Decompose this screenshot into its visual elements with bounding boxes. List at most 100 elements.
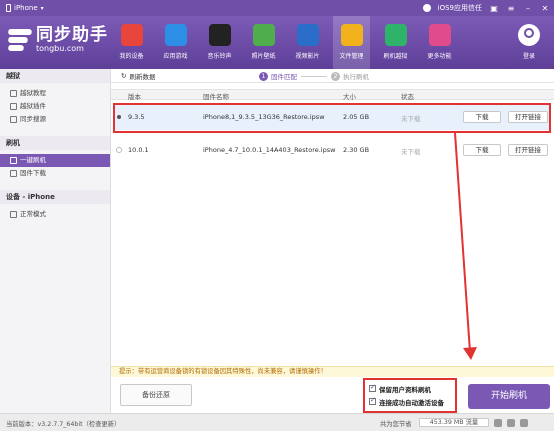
saved-text: 共为您节省 (380, 421, 412, 428)
sidebar-item-label: 越狱插件 (20, 102, 46, 110)
more-icon (428, 24, 451, 46)
music-icon (208, 24, 231, 46)
nav-item-flash[interactable]: 刷机越狱 (377, 16, 414, 69)
highlight-box (113, 103, 551, 133)
row-status: 未下载 (401, 148, 421, 156)
flash-options: 保留用户资料刷机 连接成功自动激活设备 (363, 378, 457, 413)
sidebar-item-label: 越狱教程 (20, 89, 46, 97)
saved-traffic: 453.39 MB 流量 (419, 418, 489, 427)
refresh-button[interactable]: ↻ 刷新数据 (121, 71, 155, 81)
ios-trust-link[interactable]: iOS9应用信任 (438, 3, 482, 13)
table-row[interactable]: 10.0.1 iPhone_4.7_10.0.1_14A403_Restore.… (111, 137, 554, 163)
checkbox-checked[interactable] (369, 383, 376, 392)
open-link-button[interactable]: 打开链接 (508, 144, 548, 156)
phone-icon (6, 4, 11, 12)
column-header-status: 状态 (401, 93, 414, 101)
nav-item-photo[interactable]: 照片壁纸 (245, 16, 282, 69)
menu-icon[interactable]: ≡ (506, 3, 516, 13)
sidebar-section-device: 设备 - iPhone (0, 190, 110, 204)
sidebar-item-label: 固件下载 (20, 169, 46, 177)
nav-item-appstore[interactable]: 应用游戏 (157, 16, 194, 69)
row-radio[interactable] (116, 147, 122, 153)
nav-item-device[interactable]: 我的设备 (113, 16, 150, 69)
nav-item-music[interactable]: 音乐铃声 (201, 16, 238, 69)
app-window: iPhone ▾ iOS9应用信任 ▣ ≡ – ✕ 同步助手 tongbu.co… (0, 0, 554, 431)
nav-item-video[interactable]: 视频影片 (289, 16, 326, 69)
column-header-size: 大小 (343, 93, 356, 101)
sidebar-item-jailbreak-tutorial[interactable]: 越狱教程 (0, 87, 110, 100)
download-button[interactable]: 下载 (463, 144, 501, 156)
step-number: 2 (331, 71, 340, 81)
video-icon (296, 24, 319, 46)
refresh-icon: ↻ (121, 71, 127, 80)
close-icon[interactable]: ✕ (540, 3, 550, 13)
feedback-icon[interactable] (494, 419, 502, 427)
checkbox-checked[interactable] (369, 396, 376, 405)
device-name: iPhone (14, 4, 38, 12)
folder-icon (340, 24, 363, 46)
user-icon (518, 24, 540, 46)
download-manager-icon[interactable] (507, 419, 515, 427)
backup-restore-button[interactable]: 备份还原 (120, 384, 192, 406)
brand-url: tongbu.com (36, 44, 84, 53)
sync-icon (10, 116, 17, 123)
toolbar: ↻ 刷新数据 1 固件匹配 2 执行刷机 (111, 69, 554, 83)
version-text[interactable]: 当前版本：v3.2.7.7_64bit（检查更新） (6, 419, 120, 428)
main-nav: 我的设备 应用游戏 音乐铃声 照片壁纸 视频影片 文件管理 刷机越狱 更多功能 (113, 16, 465, 69)
device-selector[interactable]: iPhone ▾ (6, 4, 44, 12)
start-flash-button[interactable]: 开始刷机 (468, 384, 550, 409)
minimize-icon[interactable]: – (523, 3, 533, 13)
status-bar: 当前版本：v3.2.7.7_64bit（检查更新） 共为您节省 453.39 M… (0, 413, 554, 431)
step-number: 1 (259, 71, 268, 81)
sidebar-item-label: 一键刷机 (20, 156, 46, 164)
sidebar-section-flash: 刷机 (0, 136, 110, 150)
status-icons (494, 419, 528, 427)
sidebar-item-normal-mode[interactable]: 正常模式 (0, 208, 110, 221)
flash-icon (10, 157, 17, 164)
nav-label: 文件管理 (339, 53, 364, 60)
photo-icon (252, 24, 275, 46)
login-label: 登录 (522, 53, 535, 60)
nav-label: 应用游戏 (163, 53, 188, 60)
option-label: 保留用户资料刷机 (379, 385, 431, 394)
row-size: 2.30 GB (343, 146, 370, 154)
nav-label: 音乐铃声 (207, 53, 232, 60)
nav-item-more[interactable]: 更多功能 (421, 16, 458, 69)
step-indicator: 1 固件匹配 2 执行刷机 (259, 71, 369, 81)
header: 同步助手 tongbu.com 我的设备 应用游戏 音乐铃声 照片壁纸 视频影片 文件管理… (0, 16, 554, 69)
sidebar-item-label: 正常模式 (20, 210, 46, 218)
nav-label: 我的设备 (119, 53, 144, 60)
logo: 同步助手 tongbu.com (6, 26, 108, 53)
step-connector (301, 75, 327, 77)
column-header-firmware: 固件名称 (203, 93, 229, 101)
sidebar-item-jailbreak-plugins[interactable]: 越狱插件 (0, 100, 110, 113)
logo-mark-icon (6, 28, 34, 52)
table-header: 版本 固件名称 大小 状态 (111, 89, 554, 101)
sidebar-item-firmware-download[interactable]: 固件下载 (0, 167, 110, 180)
option-auto-activate[interactable]: 连接成功自动激活设备 (369, 395, 451, 408)
sidebar-item-one-click-flash[interactable]: 一键刷机 (0, 154, 110, 167)
step-execute-flash: 2 执行刷机 (331, 71, 369, 81)
phone-icon (10, 211, 17, 218)
shield-icon (422, 4, 431, 12)
skin-icon[interactable]: ▣ (489, 3, 499, 13)
warning-banner: 提示：带有运营商设备锁的有锁设备因其特殊性，尚未兼容，请谨慎操作！ (111, 366, 554, 377)
nav-label: 视频影片 (295, 53, 320, 60)
settings-icon[interactable] (520, 419, 528, 427)
sidebar-item-label: 同步搜源 (20, 115, 46, 123)
option-keep-user-data[interactable]: 保留用户资料刷机 (369, 382, 451, 395)
chevron-down-icon: ▾ (40, 4, 44, 12)
nav-label: 照片壁纸 (251, 53, 276, 60)
step-firmware-match: 1 固件匹配 (259, 71, 297, 81)
option-label: 连接成功自动激活设备 (379, 398, 444, 407)
step-label: 固件匹配 (271, 73, 297, 81)
step-label: 执行刷机 (343, 73, 369, 81)
refresh-label: 刷新数据 (129, 72, 156, 81)
sidebar-item-sync-source[interactable]: 同步搜源 (0, 113, 110, 126)
login-button[interactable]: 登录 (518, 24, 540, 60)
flash-icon (384, 24, 407, 46)
row-version: 10.0.1 (128, 146, 149, 154)
nav-label: 刷机越狱 (383, 53, 408, 60)
plugin-icon (10, 103, 17, 110)
nav-item-folder[interactable]: 文件管理 (333, 16, 370, 69)
